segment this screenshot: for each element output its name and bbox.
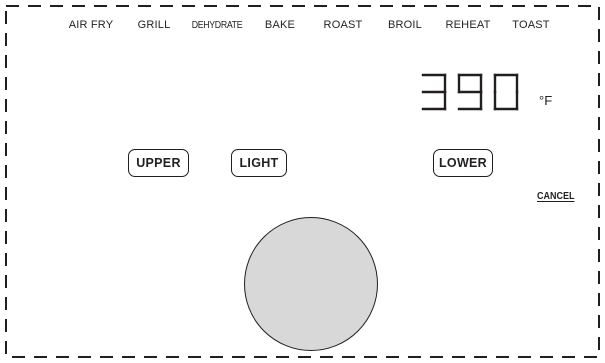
mode-dehydrate[interactable]: DEHYDRATE	[192, 20, 243, 31]
lower-button[interactable]: LOWER	[433, 149, 493, 177]
cancel-button[interactable]: CANCEL	[537, 191, 575, 202]
mode-roast[interactable]: ROAST	[324, 19, 363, 31]
seven-segment-readout	[421, 73, 519, 111]
light-button-label: LIGHT	[239, 156, 279, 170]
mode-broil[interactable]: BROIL	[388, 19, 422, 31]
control-panel: AIR FRY GRILL DEHYDRATE BAKE ROAST BROIL…	[0, 0, 605, 363]
mode-bake[interactable]: BAKE	[265, 19, 295, 31]
readout-digit	[421, 73, 447, 111]
mode-toast[interactable]: TOAST	[512, 19, 549, 31]
mode-reheat[interactable]: REHEAT	[445, 19, 490, 31]
upper-button[interactable]: UPPER	[128, 149, 189, 177]
control-dial-knob[interactable]	[244, 217, 378, 351]
cooking-mode-bar: AIR FRY GRILL DEHYDRATE BAKE ROAST BROIL…	[0, 19, 605, 33]
light-button[interactable]: LIGHT	[231, 149, 287, 177]
readout-digit	[493, 73, 519, 111]
mode-grill[interactable]: GRILL	[138, 19, 171, 31]
temperature-display	[420, 72, 530, 112]
mode-air-fry[interactable]: AIR FRY	[69, 19, 114, 31]
lower-button-label: LOWER	[438, 156, 488, 170]
temperature-unit: °F	[539, 93, 553, 108]
readout-digit	[457, 73, 483, 111]
upper-button-label: UPPER	[136, 156, 181, 170]
